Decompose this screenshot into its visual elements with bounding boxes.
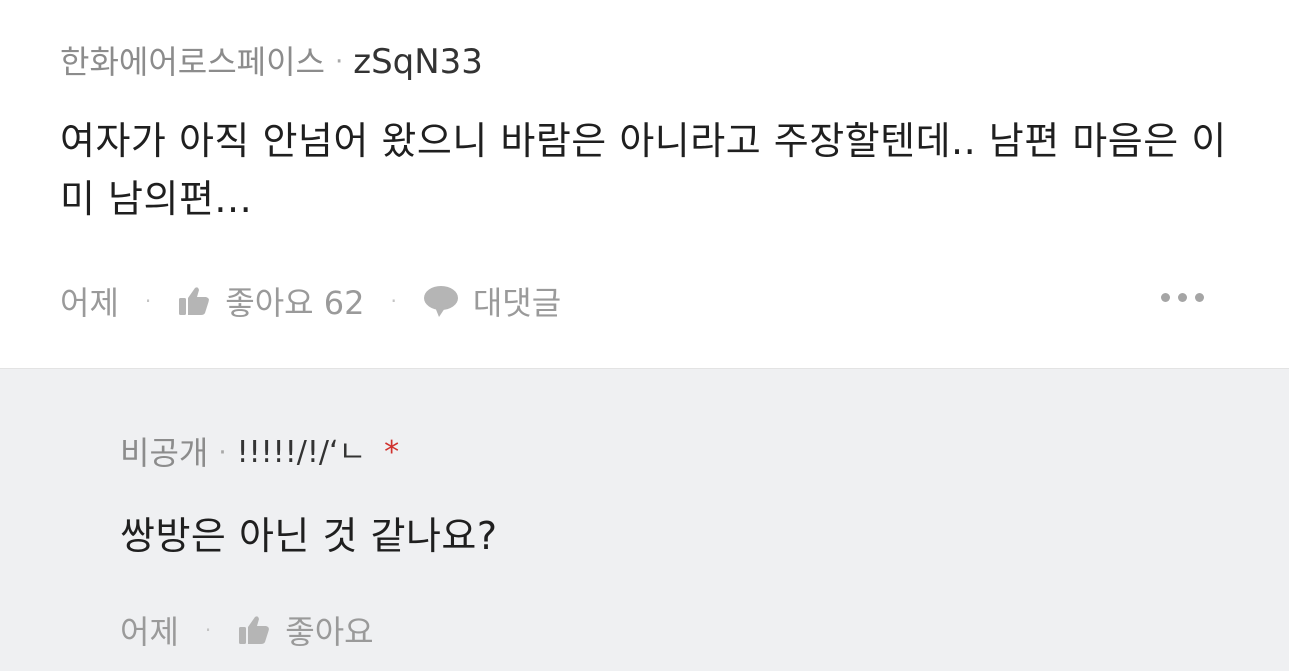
separator: · bbox=[334, 47, 344, 77]
like-button[interactable]: 좋아요 62 bbox=[177, 278, 364, 324]
dot bbox=[1161, 293, 1170, 302]
separator: · bbox=[218, 438, 227, 468]
reply-label: 대댓글 bbox=[472, 284, 562, 322]
more-dots-icon[interactable] bbox=[1161, 293, 1204, 302]
reply: 비공개 · !!!!!/!/‘ㄴ * 쌍방은 아닌 것 같나요? 어제 · 좋아… bbox=[0, 369, 1289, 671]
dot bbox=[1195, 293, 1204, 302]
like-label: 좋아요 62 bbox=[225, 284, 365, 322]
author-affiliation: 비공개 bbox=[120, 434, 209, 472]
thumbs-up-icon bbox=[177, 284, 211, 318]
separator: · bbox=[390, 289, 397, 313]
reply-button[interactable]: 대댓글 bbox=[423, 278, 561, 324]
reply-time: 어제 bbox=[120, 613, 179, 651]
comment: 한화에어로스페이스 · zSqN33 여자가 아직 안넘어 왔으니 바람은 아니… bbox=[0, 0, 1289, 369]
author-id[interactable]: !!!!!/!/‘ㄴ bbox=[237, 433, 367, 473]
dot bbox=[1178, 293, 1187, 302]
speech-bubble-icon bbox=[423, 284, 459, 318]
separator: · bbox=[204, 618, 212, 642]
author-id[interactable]: zSqN33 bbox=[353, 42, 483, 82]
comment-actions: 어제 · 좋아요 62 · 대댓글 bbox=[60, 278, 561, 324]
comment-author: 한화에어로스페이스 · zSqN33 bbox=[60, 42, 483, 82]
author-affiliation: 한화에어로스페이스 bbox=[60, 43, 325, 81]
separator: · bbox=[144, 289, 152, 313]
thumbs-up-icon bbox=[237, 613, 271, 647]
author-marker: * bbox=[384, 435, 400, 470]
reply-author: 비공개 · !!!!!/!/‘ㄴ * bbox=[120, 433, 399, 473]
reply-text: 쌍방은 아닌 것 같나요? bbox=[120, 514, 498, 558]
like-button[interactable]: 좋아요 bbox=[237, 607, 374, 653]
like-label: 좋아요 bbox=[285, 613, 374, 651]
reply-actions: 어제 · 좋아요 bbox=[120, 607, 374, 653]
comment-time: 어제 bbox=[60, 284, 119, 322]
comment-text: 여자가 아직 안넘어 왔으니 바람은 아니라고 주장할텐데.. 남편 마음은 이… bbox=[60, 119, 1227, 221]
